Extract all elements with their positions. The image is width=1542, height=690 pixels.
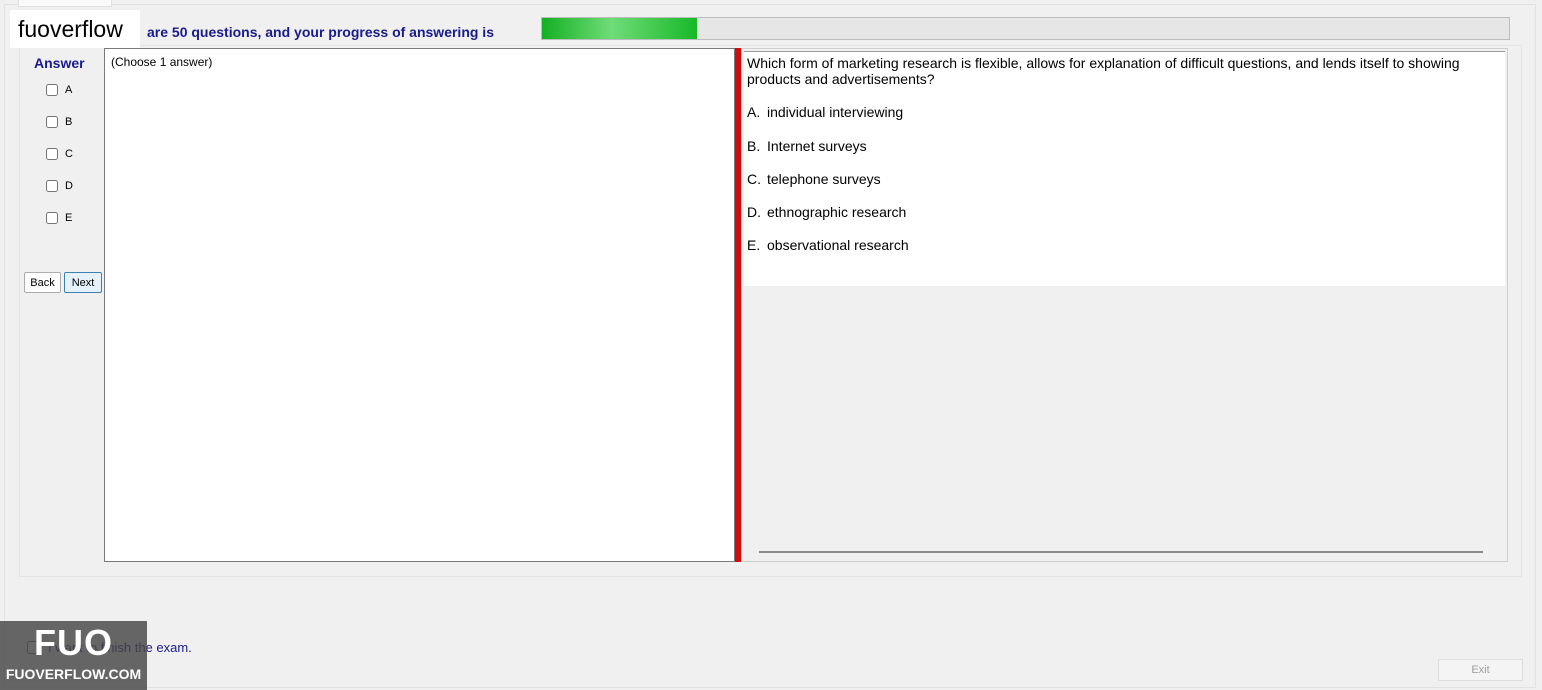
fuo-logo: FUO FUOVERFLOW.COM bbox=[0, 621, 147, 690]
choice-a[interactable]: A bbox=[46, 82, 72, 98]
option-a-text: individual interviewing bbox=[767, 104, 904, 120]
window-tab bbox=[18, 0, 112, 7]
option-d-letter: D. bbox=[747, 204, 761, 220]
option-d: D. ethnographic research bbox=[747, 204, 906, 220]
option-b-text: Internet surveys bbox=[767, 138, 867, 154]
choice-d[interactable]: D bbox=[46, 178, 73, 194]
question-text: Which form of marketing research is flex… bbox=[747, 55, 1460, 87]
logo-main: FUO bbox=[34, 622, 113, 663]
question-box: Which form of marketing research is flex… bbox=[744, 51, 1505, 286]
logo-sub: FUOVERFLOW.COM bbox=[5, 666, 142, 682]
option-c-text: telephone surveys bbox=[767, 171, 881, 187]
option-e: E. observational research bbox=[747, 237, 909, 253]
choice-e-label: E bbox=[65, 212, 73, 224]
option-a: A. individual interviewing bbox=[747, 104, 903, 120]
choice-e-checkbox[interactable] bbox=[46, 212, 58, 224]
back-button[interactable]: Back bbox=[24, 272, 61, 293]
answer-pane[interactable]: (Choose 1 answer) bbox=[104, 48, 735, 562]
choose-hint: (Choose 1 answer) bbox=[111, 55, 213, 69]
option-e-text: observational research bbox=[767, 237, 909, 253]
choice-d-checkbox[interactable] bbox=[46, 180, 58, 192]
option-e-letter: E. bbox=[747, 237, 761, 253]
horizontal-scrollbar[interactable] bbox=[759, 551, 1483, 553]
choice-b-checkbox[interactable] bbox=[46, 116, 58, 128]
option-c: C. telephone surveys bbox=[747, 171, 881, 187]
answer-heading: Answer bbox=[34, 55, 85, 71]
choice-b-label: B bbox=[65, 116, 73, 128]
choice-c[interactable]: C bbox=[46, 146, 73, 162]
option-a-letter: A. bbox=[747, 104, 761, 120]
progress-fill bbox=[542, 18, 697, 39]
choice-c-label: C bbox=[65, 148, 73, 160]
choice-a-checkbox[interactable] bbox=[46, 84, 58, 96]
choice-b[interactable]: B bbox=[46, 114, 72, 130]
choice-a-label: A bbox=[65, 84, 73, 96]
progress-bar bbox=[541, 17, 1510, 40]
choice-c-checkbox[interactable] bbox=[46, 148, 58, 160]
brand-label: fuoverflow bbox=[10, 10, 140, 48]
choice-d-label: D bbox=[65, 180, 73, 192]
option-b: B. Internet surveys bbox=[747, 138, 867, 154]
option-c-letter: C. bbox=[747, 171, 761, 187]
next-button[interactable]: Next bbox=[64, 272, 102, 293]
choice-e[interactable]: E bbox=[46, 210, 72, 226]
progress-text: are 50 questions, and your progress of a… bbox=[147, 24, 494, 40]
exit-button[interactable]: Exit bbox=[1438, 659, 1523, 681]
option-b-letter: B. bbox=[747, 138, 761, 154]
question-pane: Which form of marketing research is flex… bbox=[741, 48, 1508, 562]
option-d-text: ethnographic research bbox=[767, 204, 907, 220]
